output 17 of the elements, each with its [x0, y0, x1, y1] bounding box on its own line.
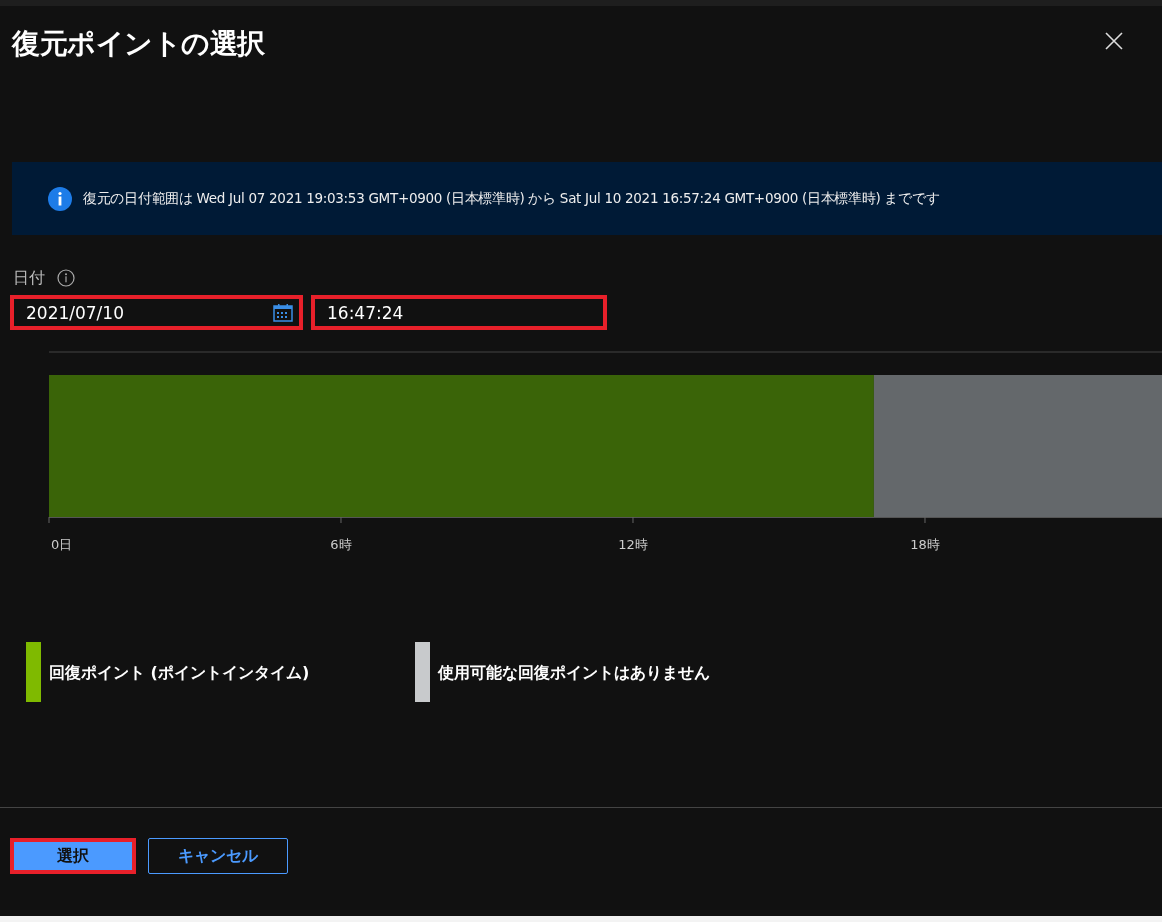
panel-title: 復元ポイントの選択 [12, 26, 265, 62]
date-field[interactable]: 2021/07/10 [10, 295, 303, 330]
date-label: 日付 [13, 267, 45, 289]
info-icon [57, 269, 75, 287]
legend-label: 回復ポイント (ポイントインタイム) [49, 662, 310, 684]
time-field[interactable]: 16:47:24 [311, 295, 607, 330]
calendar-icon[interactable] [273, 303, 293, 322]
axis-label: 0日 [51, 537, 73, 552]
select-button[interactable]: 選択 [10, 838, 136, 874]
info-icon [48, 186, 72, 211]
axis-label: 18時 [910, 537, 940, 552]
axis-label: 6時 [330, 537, 352, 552]
cancel-button[interactable]: キャンセル [148, 838, 288, 874]
close-icon[interactable] [1104, 31, 1124, 51]
info-text: 復元の日付範囲は Wed Jul 07 2021 19:03:53 GMT+0900 (日本標準時) から Sat Jul 10 2021 16:57:24 GMT+0900 (日本標準時) までです [83, 189, 940, 208]
legend-label: 使用可能な回復ポイントはありません [438, 662, 710, 684]
axis-label: 12時 [618, 537, 648, 552]
